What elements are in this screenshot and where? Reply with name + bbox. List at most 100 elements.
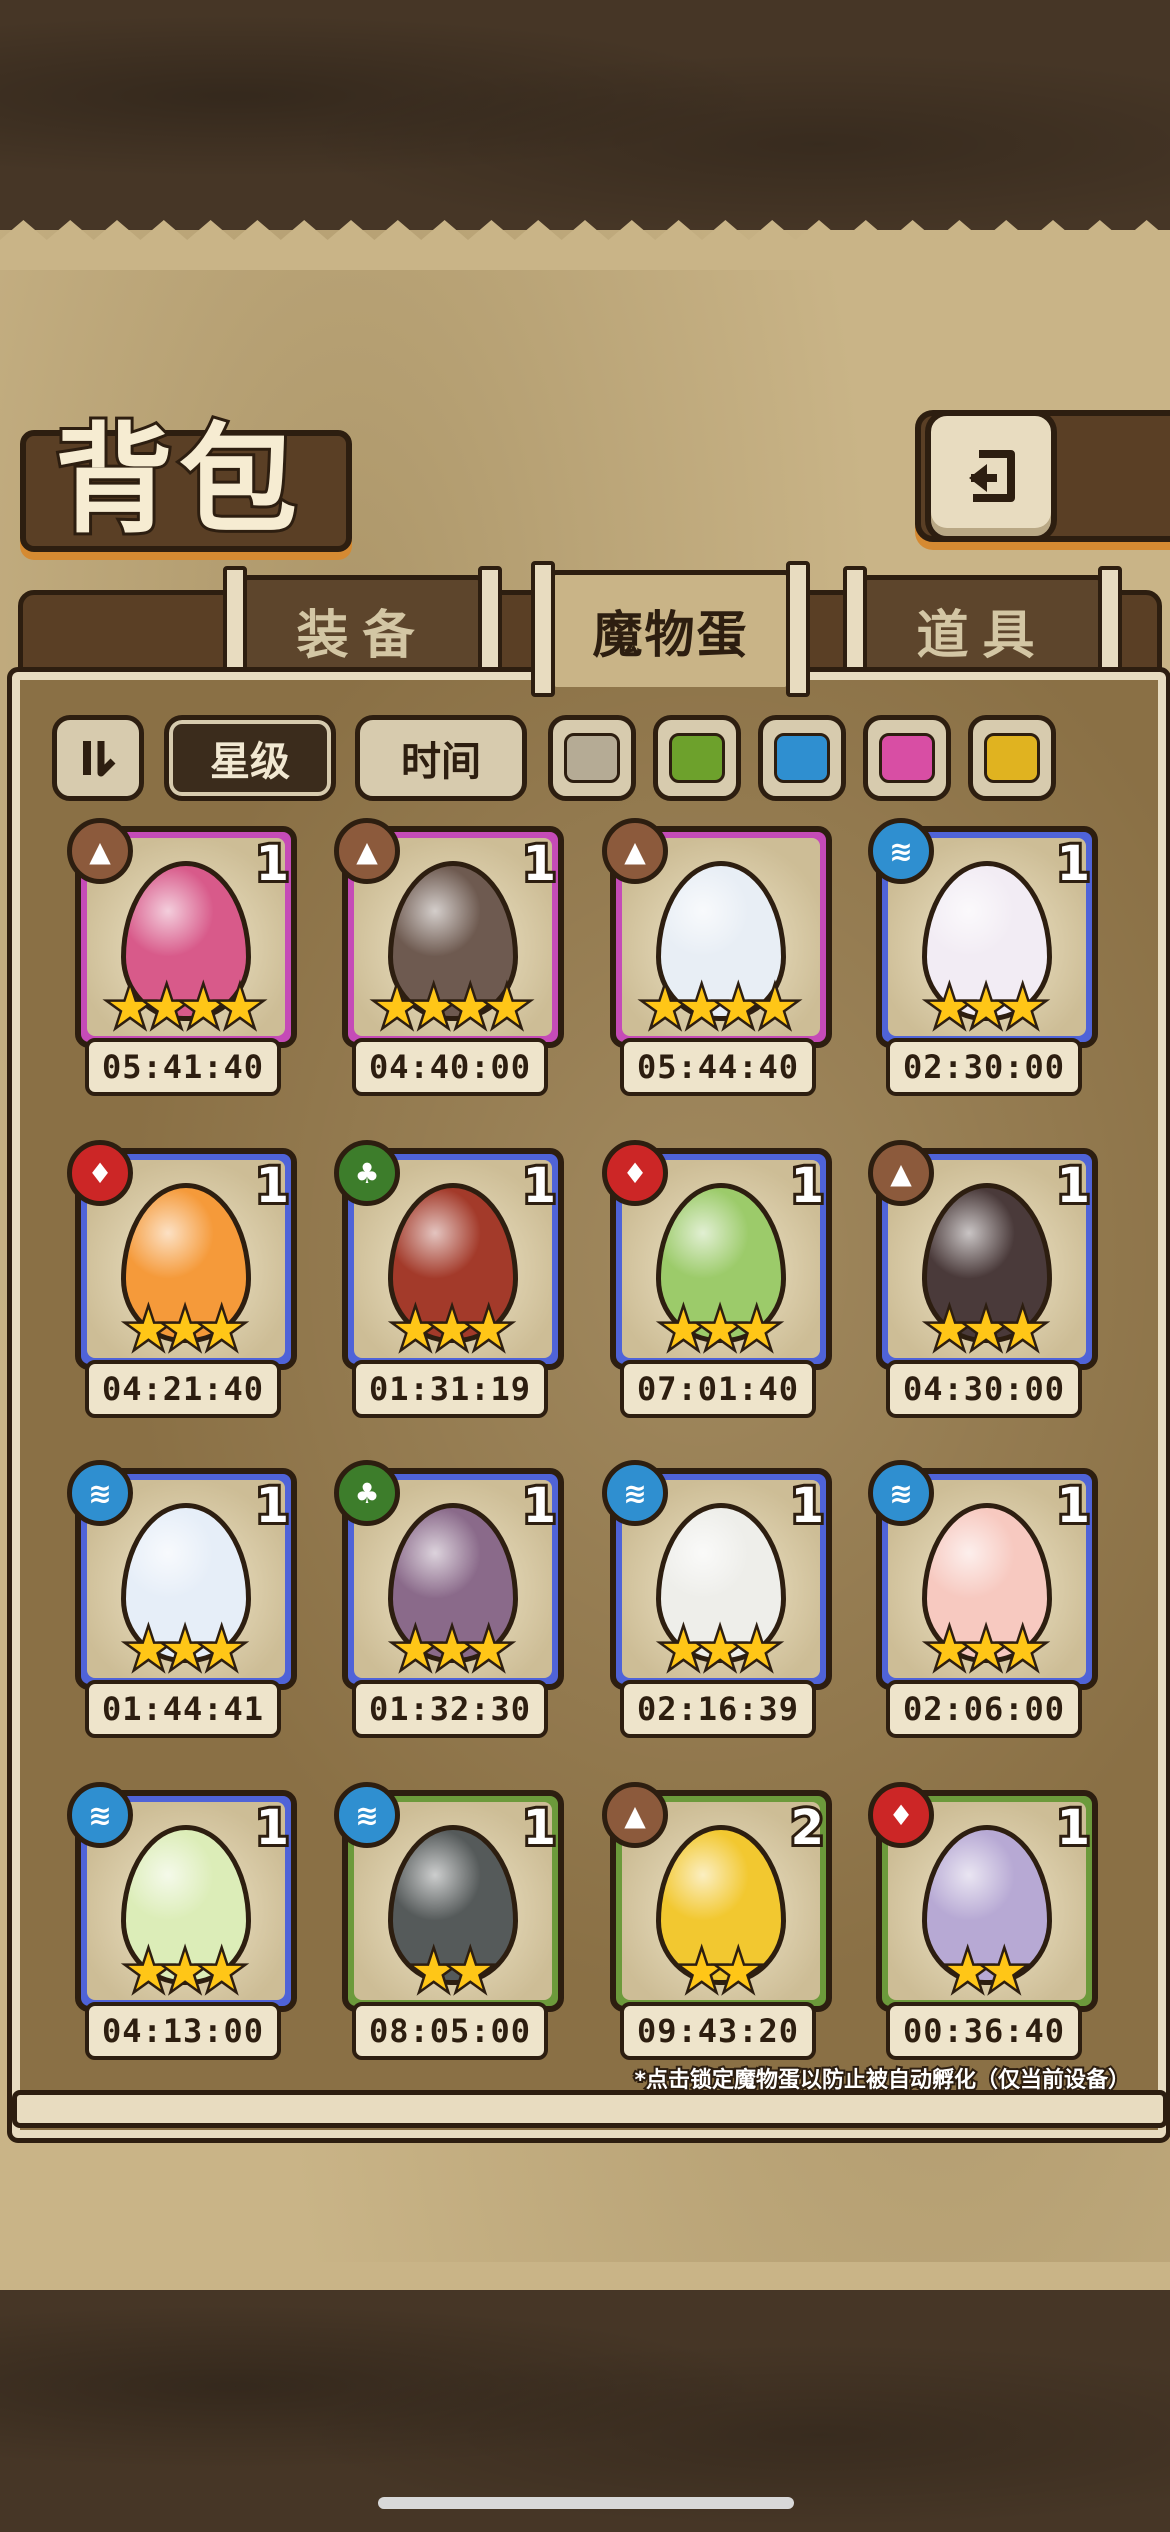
color-swatch <box>879 733 935 783</box>
star-icon: ★ <box>924 1618 975 1683</box>
star-icon: ★ <box>159 1298 210 1363</box>
egg-count: 1 <box>788 1155 827 1217</box>
hatch-timer: 04:13:00 <box>85 2002 281 2060</box>
egg-count: 1 <box>520 1475 559 1537</box>
star-icon: ★ <box>924 1298 975 1363</box>
star-rating: ★★★ <box>876 976 1086 1041</box>
earth-element-icon: ▲ <box>602 1782 668 1848</box>
star-rating: ★★★ <box>75 1618 285 1683</box>
star-rating: ★★★ <box>75 1940 285 2005</box>
sort-by-stars-button[interactable]: 星级 <box>164 715 336 801</box>
egg-count: 1 <box>253 833 292 895</box>
star-icon: ★ <box>463 1298 514 1363</box>
color-filter-button[interactable] <box>863 715 951 801</box>
tab-label: 道具 <box>916 605 1049 666</box>
star-icon: ★ <box>196 1940 247 2005</box>
star-icon: ★ <box>658 1298 709 1363</box>
egg-count: 1 <box>1054 1155 1093 1217</box>
hatch-timer: 00:36:40 <box>886 2002 1082 2060</box>
hatch-timer: 08:05:00 <box>352 2002 548 2060</box>
star-icon: ★ <box>960 1298 1011 1363</box>
egg-count: 1 <box>520 1155 559 1217</box>
egg-count: 2 <box>788 1797 827 1859</box>
hatch-timer: 02:16:39 <box>620 1680 816 1738</box>
star-icon: ★ <box>390 1618 441 1683</box>
water-element-icon: ≋ <box>67 1782 133 1848</box>
star-icon: ★ <box>731 1618 782 1683</box>
egg-count: 1 <box>520 833 559 895</box>
back-button[interactable] <box>925 410 1057 542</box>
top-background-band <box>0 0 1170 240</box>
hatch-timer: 02:06:00 <box>886 1680 1082 1738</box>
star-icon: ★ <box>997 1618 1048 1683</box>
tab-label: 魔物蛋 <box>592 606 749 664</box>
star-icon: ★ <box>997 976 1048 1041</box>
color-filter-button[interactable] <box>548 715 636 801</box>
star-icon: ★ <box>123 1298 174 1363</box>
hatch-timer: 02:30:00 <box>886 1038 1082 1096</box>
hatch-timer: 01:32:30 <box>352 1680 548 1738</box>
color-swatch <box>564 733 620 783</box>
color-filter-button[interactable] <box>758 715 846 801</box>
hatch-timer: 09:43:20 <box>620 2002 816 2060</box>
star-icon: ★ <box>639 976 690 1041</box>
star-icon: ★ <box>426 1618 477 1683</box>
star-icon: ★ <box>390 1298 441 1363</box>
tab-monster-eggs[interactable]: 魔物蛋 <box>531 561 810 697</box>
water-element-icon: ≋ <box>868 818 934 884</box>
star-icon: ★ <box>371 976 422 1041</box>
hatch-timer: 01:31:19 <box>352 1360 548 1418</box>
star-icon: ★ <box>141 976 192 1041</box>
color-swatch <box>984 733 1040 783</box>
star-icon: ★ <box>123 1940 174 2005</box>
star-icon: ★ <box>658 1618 709 1683</box>
star-rating: ★★★ <box>876 1618 1086 1683</box>
water-element-icon: ≋ <box>67 1460 133 1526</box>
egg-count: 1 <box>788 1475 827 1537</box>
lock-hint-text: *点击锁定魔物蛋以防止被自动孵化（仅当前设备） <box>632 2066 1132 2095</box>
star-rating: ★★★★ <box>610 976 820 1041</box>
egg-count: 1 <box>253 1475 292 1537</box>
egg-count: 1 <box>253 1155 292 1217</box>
fire-element-icon: ♦ <box>602 1140 668 1206</box>
star-icon: ★ <box>942 1940 993 2005</box>
tab-post <box>786 561 810 697</box>
star-icon: ★ <box>123 1618 174 1683</box>
star-icon: ★ <box>713 1940 764 2005</box>
earth-element-icon: ▲ <box>334 818 400 884</box>
hatch-timer: 01:44:41 <box>85 1680 281 1738</box>
sort-direction-button[interactable] <box>52 715 144 801</box>
star-rating: ★★★★ <box>342 976 552 1041</box>
star-rating: ★★★ <box>610 1618 820 1683</box>
tab-items[interactable]: 道具 <box>843 566 1122 702</box>
color-filter-button[interactable] <box>653 715 741 801</box>
star-rating: ★★★ <box>342 1298 552 1363</box>
hatch-timer: 04:40:00 <box>352 1038 548 1096</box>
star-icon: ★ <box>463 1618 514 1683</box>
water-element-icon: ≋ <box>868 1460 934 1526</box>
color-swatch <box>669 733 725 783</box>
star-icon: ★ <box>408 976 459 1041</box>
star-icon: ★ <box>196 1298 247 1363</box>
egg-count: 1 <box>1054 833 1093 895</box>
star-icon: ★ <box>178 976 229 1041</box>
star-icon: ★ <box>676 976 727 1041</box>
sort-by-time-button[interactable]: 时间 <box>355 715 527 801</box>
star-icon: ★ <box>445 976 496 1041</box>
page-title: 背包 <box>52 407 304 552</box>
tab-equipment[interactable]: 装备 <box>223 566 502 702</box>
star-icon: ★ <box>104 976 155 1041</box>
panel-bottom-rail <box>12 2090 1168 2128</box>
star-rating: ★★ <box>610 1940 820 2005</box>
egg-count: 1 <box>1054 1475 1093 1537</box>
grass-element-icon: ♣ <box>334 1460 400 1526</box>
star-rating: ★★★ <box>342 1618 552 1683</box>
hatch-timer: 04:21:40 <box>85 1360 281 1418</box>
star-icon: ★ <box>408 1940 459 2005</box>
star-icon: ★ <box>924 976 975 1041</box>
color-filter-button[interactable] <box>968 715 1056 801</box>
star-icon: ★ <box>694 1618 745 1683</box>
fire-element-icon: ♦ <box>868 1782 934 1848</box>
star-rating: ★★★ <box>876 1298 1086 1363</box>
water-element-icon: ≋ <box>334 1782 400 1848</box>
